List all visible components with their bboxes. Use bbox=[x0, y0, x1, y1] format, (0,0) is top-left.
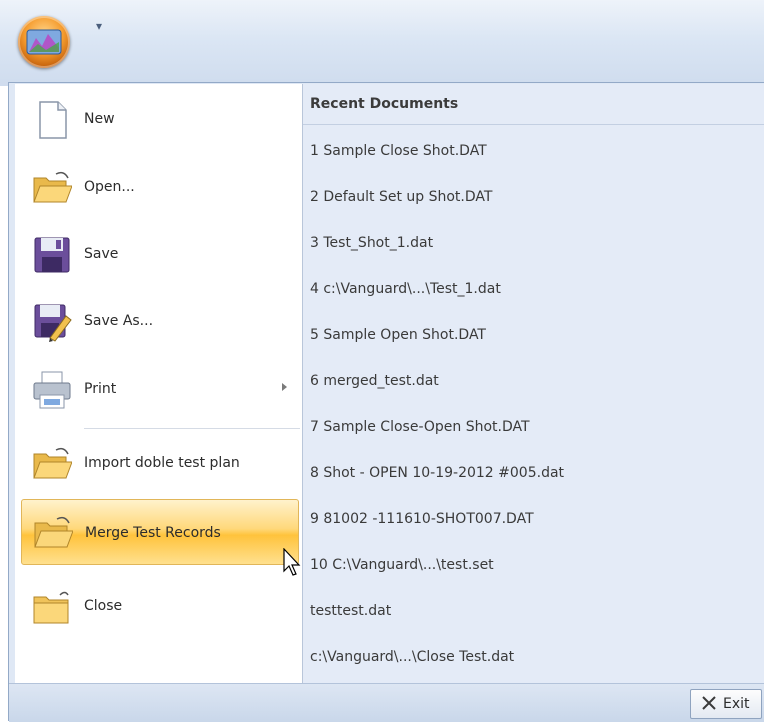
exit-button[interactable]: Exit bbox=[690, 689, 762, 719]
recent-document-item[interactable]: 6 merged_test.dat bbox=[310, 373, 439, 389]
menu-item-open[interactable]: Open... bbox=[18, 156, 300, 218]
recent-document-item[interactable]: testtest.dat bbox=[310, 603, 391, 619]
recent-document-item[interactable]: 10 C:\Vanguard\...\test.set bbox=[310, 557, 494, 573]
menu-item-label: New bbox=[84, 111, 115, 127]
recent-document-item[interactable]: 8 Shot - OPEN 10-19-2012 #005.dat bbox=[310, 465, 564, 481]
recent-document-item[interactable]: 2 Default Set up Shot.DAT bbox=[310, 189, 492, 205]
recent-documents-title: Recent Documents bbox=[310, 96, 459, 112]
menu-item-import-doble-test-plan[interactable]: Import doble test plan bbox=[18, 432, 300, 494]
recent-document-item[interactable]: 9 81002 -111610-SHOT007.DAT bbox=[310, 511, 534, 527]
menu-item-save[interactable]: Save bbox=[18, 223, 300, 285]
recent-document-item[interactable]: 3 Test_Shot_1.dat bbox=[310, 235, 433, 251]
recent-documents-header: Recent Documents bbox=[303, 84, 764, 125]
submenu-arrow-icon bbox=[282, 383, 287, 391]
menu-item-close[interactable]: Close bbox=[18, 575, 300, 637]
application-orb-button[interactable] bbox=[18, 16, 70, 68]
menu-item-label: Save As... bbox=[84, 313, 154, 329]
recent-document-item[interactable]: 7 Sample Close-Open Shot.DAT bbox=[310, 419, 530, 435]
printer-icon bbox=[33, 371, 71, 409]
menu-item-label: Open... bbox=[84, 179, 135, 195]
import-folder-icon bbox=[33, 447, 72, 479]
new-document-icon bbox=[39, 101, 67, 139]
menu-item-label: Print bbox=[84, 381, 117, 397]
menu-item-label: Save bbox=[84, 246, 119, 262]
menu-footer bbox=[9, 683, 764, 722]
menu-item-label: Close bbox=[84, 598, 123, 614]
menu-item-new[interactable]: New bbox=[18, 88, 300, 150]
title-bar: ▾ bbox=[0, 0, 764, 86]
save-disk-icon bbox=[34, 237, 70, 273]
recent-document-item[interactable]: c:\Vanguard\...\Close Test.dat bbox=[310, 649, 514, 665]
mouse-cursor-icon bbox=[283, 548, 301, 576]
quick-access-dropdown[interactable]: ▾ bbox=[92, 20, 106, 32]
recent-document-item[interactable]: 4 c:\Vanguard\...\Test_1.dat bbox=[310, 281, 501, 297]
exit-label: Exit bbox=[723, 696, 750, 712]
close-folder-icon bbox=[33, 591, 69, 624]
menu-item-label: Import doble test plan bbox=[84, 455, 240, 471]
menu-item-print[interactable]: Print bbox=[18, 358, 300, 420]
menu-item-merge-test-records[interactable]: Merge Test Records bbox=[21, 499, 299, 565]
recent-document-item[interactable]: 1 Sample Close Shot.DAT bbox=[310, 143, 487, 159]
close-x-icon bbox=[702, 696, 716, 710]
menu-item-label: Merge Test Records bbox=[85, 525, 221, 541]
merge-folder-icon bbox=[34, 516, 73, 548]
open-folder-icon bbox=[33, 171, 72, 203]
application-orb-icon bbox=[26, 29, 62, 55]
save-as-icon bbox=[34, 304, 72, 342]
menu-separator bbox=[84, 428, 300, 429]
menu-item-save-as[interactable]: Save As... bbox=[18, 290, 300, 352]
recent-document-item[interactable]: 5 Sample Open Shot.DAT bbox=[310, 327, 486, 343]
